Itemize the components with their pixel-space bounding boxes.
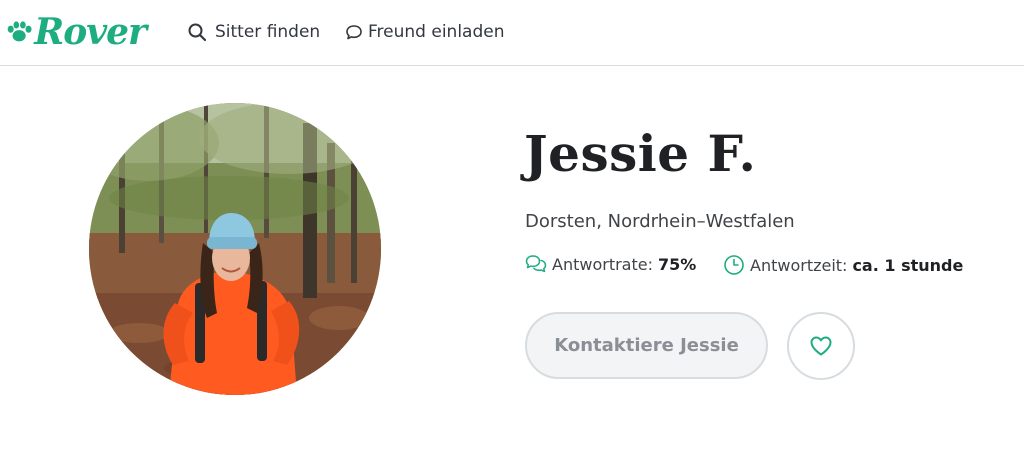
profile-avatar <box>89 103 381 395</box>
sitter-location: Dorsten, Nordrhein–Westfalen <box>525 211 795 232</box>
profile-photo <box>89 103 381 395</box>
favorite-button[interactable] <box>787 312 855 380</box>
response-time: Antwortzeit: ca. 1 stunde <box>723 254 963 276</box>
response-rate: Antwortrate: 75% <box>525 254 696 274</box>
top-header: Rover Sitter finden Freund einladen <box>0 0 1024 66</box>
response-rate-value: 75% <box>657 254 697 274</box>
clock-icon <box>723 254 745 276</box>
chat-bubbles-icon <box>525 254 547 274</box>
nav-invite-friend[interactable]: Freund einladen <box>345 20 504 44</box>
chat-bubble-icon <box>345 23 363 41</box>
search-icon <box>187 22 207 42</box>
rover-logo[interactable]: Rover <box>6 8 147 56</box>
response-stats: Antwortrate: 75% Antwortzeit: ca. 1 stun… <box>525 254 1005 280</box>
response-time-label: Antwortzeit: <box>750 255 848 275</box>
nav-find-sitter[interactable]: Sitter finden <box>187 20 320 44</box>
heart-icon <box>809 335 833 357</box>
paw-icon <box>7 21 32 42</box>
response-time-value: ca. 1 stunde <box>852 255 964 275</box>
contact-sitter-button[interactable]: Kontaktiere Jessie <box>525 312 768 379</box>
nav-find-sitter-label: Sitter finden <box>215 22 321 42</box>
sitter-name: Jessie F. <box>524 124 757 183</box>
response-rate-label: Antwortrate: <box>552 254 653 274</box>
nav-invite-friend-label: Freund einladen <box>368 22 505 42</box>
logo-text: Rover <box>34 11 147 53</box>
